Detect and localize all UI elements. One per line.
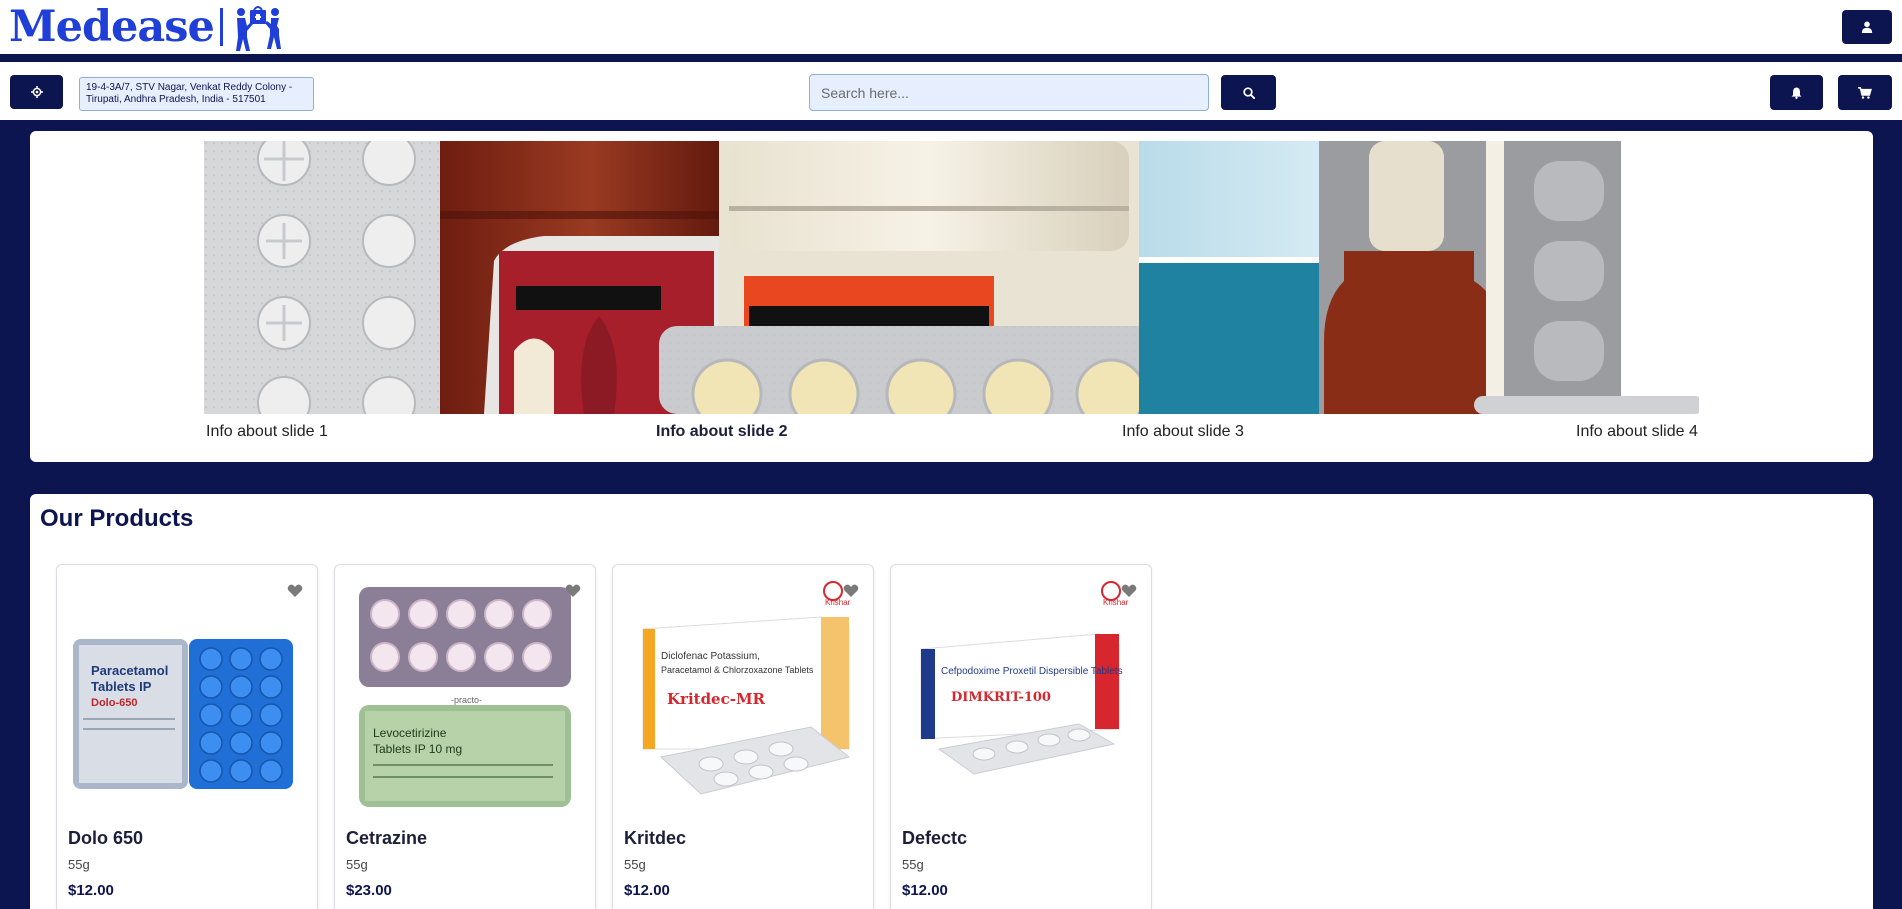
slide-caption[interactable]: Info about slide 1 [206, 423, 328, 441]
cart-button[interactable] [1838, 75, 1892, 110]
package-text: Kritdec-MR [667, 690, 766, 708]
product-card[interactable]: Paracetamol Tablets IP Dolo-650 Dolo 650… [56, 564, 318, 909]
product-name[interactable]: Dolo 650 [68, 828, 143, 849]
product-weight: 55g [68, 857, 90, 872]
brand-logo[interactable]: Medease [9, 2, 285, 52]
product-weight: 55g [624, 857, 646, 872]
heart-icon[interactable] [565, 583, 581, 599]
slide-caption-active[interactable]: Info about slide 2 [656, 423, 788, 441]
address-line-1: 19-4-3A/7, STV Nagar, Venkat Reddy Colon… [86, 82, 293, 93]
product-image-cetrazine: -practo- Levocetirizine Tablets IP 10 mg [359, 587, 571, 807]
product-price: $23.00 [346, 882, 392, 899]
cart-icon [1858, 86, 1872, 99]
nav-bar: 19-4-3A/7, STV Nagar, Venkat Reddy Colon… [0, 62, 1902, 120]
product-price: $12.00 [624, 882, 670, 899]
slide-caption[interactable]: Info about slide 4 [1576, 423, 1698, 441]
product-name[interactable]: Kritdec [624, 828, 686, 849]
package-text: Diclofenac Potassium, [661, 651, 760, 662]
search-icon [1242, 86, 1255, 99]
detect-location-button[interactable] [10, 75, 63, 109]
medicine-banner-image[interactable] [204, 141, 1699, 414]
user-account-button[interactable] [1842, 10, 1892, 44]
brand-text: Krishar [1103, 598, 1129, 607]
brand-text: Krishar [825, 598, 851, 607]
section-title: Our Products [40, 505, 194, 532]
bell-icon [1791, 87, 1802, 99]
package-text: Tablets IP [91, 679, 152, 694]
package-text: Tablets IP 10 mg [373, 742, 462, 756]
product-name[interactable]: Defectc [902, 828, 967, 849]
products-section: Our Products Paracetamol Tablets IP Dolo… [30, 494, 1873, 909]
product-weight: 55g [902, 857, 924, 872]
product-image-defectc: Krishar Cefpodoxime Proxetil Dispersible… [920, 581, 1129, 775]
product-image-kritdec: Krishar Diclofenac Potassium, Paracetamo… [642, 581, 851, 795]
heart-icon[interactable] [1121, 583, 1137, 599]
package-text: Cefpodoxime Proxetil Dispersible Tablets [941, 666, 1123, 677]
product-name[interactable]: Cetrazine [346, 828, 427, 849]
carousel-captions: Info about slide 1 Info about slide 2 In… [30, 423, 1873, 443]
package-text: Paracetamol [91, 663, 168, 678]
product-image-dolo: Paracetamol Tablets IP Dolo-650 [73, 639, 293, 789]
product-card[interactable]: Krishar Diclofenac Potassium, Paracetamo… [612, 564, 874, 909]
hero-carousel: Info about slide 1 Info about slide 2 In… [30, 131, 1873, 462]
slide-caption[interactable]: Info about slide 3 [1122, 423, 1244, 441]
heart-icon[interactable] [843, 583, 859, 599]
package-text: Dolo-650 [91, 697, 137, 709]
search-button[interactable] [1221, 75, 1276, 110]
logo-divider [219, 8, 223, 46]
package-text: -practo- [451, 695, 482, 705]
product-price: $12.00 [902, 882, 948, 899]
crosshair-icon [30, 86, 43, 98]
top-header: Medease [0, 0, 1902, 54]
brand-name: Medease [9, 2, 215, 52]
package-text: Levocetirizine [373, 726, 447, 740]
product-price: $12.00 [68, 882, 114, 899]
address-line-2: Tirupati, Andhra Pradesh, India - 517501 [86, 94, 266, 105]
header-divider [0, 54, 1902, 62]
delivery-address[interactable]: 19-4-3A/7, STV Nagar, Venkat Reddy Colon… [79, 77, 314, 111]
notifications-button[interactable] [1770, 75, 1823, 110]
package-text: Paracetamol & Chlorzoxazone Tablets [661, 665, 814, 675]
search-input[interactable] [809, 74, 1209, 111]
product-card[interactable]: -practo- Levocetirizine Tablets IP 10 mg… [334, 564, 596, 909]
product-card[interactable]: Krishar Cefpodoxime Proxetil Dispersible… [890, 564, 1152, 909]
package-text: DIMKRIT-100 [951, 690, 1051, 705]
product-weight: 55g [346, 857, 368, 872]
heart-icon[interactable] [287, 583, 303, 599]
delivery-people-icon [235, 6, 281, 51]
user-icon [1861, 21, 1873, 33]
